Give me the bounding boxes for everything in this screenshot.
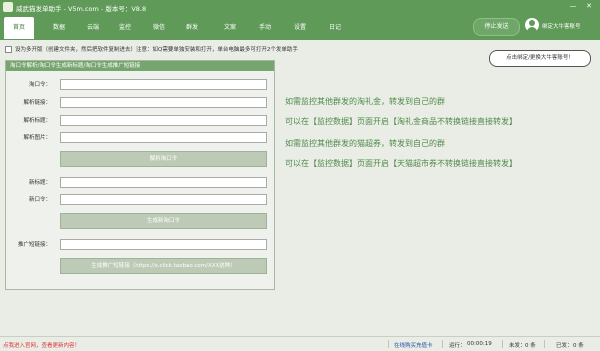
minimize-button[interactable]: — [567,1,579,12]
unsent-value: 0 条 [525,343,536,349]
generate-short-link-button[interactable]: 生成推广短链接（https://s.click.taobao.com/XXX这种… [60,258,267,274]
official-site-link[interactable]: 点我进入官网，查看更新内容！ [3,341,80,349]
bind-account-tooltip: 点击绑定/更换大牛客账号！ [489,50,591,67]
parse-title-input[interactable] [60,115,267,126]
generate-kouling-button[interactable]: 生成新淘口令 [60,213,267,229]
close-button[interactable]: ✕ [583,1,595,12]
taokouling-panel: 淘口令解析/淘口令生成新标题/淘口令生成推广短链接 淘口令： 解析链接： 解析标… [5,60,275,290]
title-bar: 威武猫发单助手 - V5m.com - 版本号：V8.8 — ✕ [0,0,600,14]
field-label-kouling: 淘口令： [28,82,51,88]
info-line-3: 如需监控其他群发的猫超券，转发到自己的群 [285,139,445,148]
new-kouling-input[interactable] [60,194,267,205]
bind-account-label[interactable]: 绑定大牛客账号 [542,22,581,30]
multi-open-checkbox[interactable] [5,46,12,53]
info-line-2: 可以在【监控数据】页面开启【淘礼金商品不转换链接直接转发】 [285,117,517,126]
tab-manual[interactable]: 手动 [250,17,280,39]
tab-broadcast[interactable]: 群发 [177,17,207,39]
multi-open-text: 设为多开版（创建文件夹，然后把软件复制进去）注意：如Q需要单独安装和打开，单台电… [15,47,298,53]
avatar-icon[interactable] [525,18,539,32]
buy-card-link[interactable]: 在线购买充值卡 [394,341,433,349]
panel-header: 淘口令解析/淘口令生成新标题/淘口令生成推广短链接 [6,61,274,71]
info-line-1: 如需监控其他群发的淘礼金，转发到自己的群 [285,97,445,106]
tab-settings[interactable]: 设置 [285,17,315,39]
app-logo-icon [3,2,13,12]
field-label-short-link: 推广短链接： [17,242,51,248]
sent-label: 已发： [556,343,573,349]
sent-value: 0 条 [573,343,584,349]
parse-link-input[interactable] [60,97,267,108]
short-link-input[interactable] [60,239,267,250]
tab-home[interactable]: 首页 [4,17,34,39]
tab-wechat[interactable]: 微信 [144,17,174,39]
field-label-new-kouling: 新口令： [28,197,51,203]
stop-send-button[interactable]: 停止发送 [473,18,520,36]
tab-data[interactable]: 数据 [44,17,74,39]
field-label-new-title: 新标题： [28,180,51,186]
unsent-label: 未发： [509,343,526,349]
field-label-parse-link: 解析链接： [23,100,51,106]
kouling-input[interactable] [60,79,267,90]
multi-open-option[interactable]: 设为多开版（创建文件夹，然后把软件复制进去）注意：如Q需要单独安装和打开，单台电… [5,45,298,53]
tab-cloud[interactable]: 云端 [78,17,108,39]
tab-copywriting[interactable]: 文案 [215,17,245,39]
field-label-parse-image: 解析图片： [23,135,51,141]
status-bar: 点我进入官网，查看更新内容！ 在线购买充值卡 运行： 00:00:19 未发： … [0,336,600,351]
tab-log[interactable]: 日记 [320,17,350,39]
run-label: 运行： [449,343,466,349]
window-title: 威武猫发单助手 - V5m.com - 版本号：V8.8 [16,5,147,13]
run-time-value: 00:00:19 [467,341,492,347]
field-label-parse-title: 解析标题： [23,118,51,124]
parse-kouling-button[interactable]: 解析淘口令 [60,151,267,167]
info-line-4: 可以在【监控数据】页面开启【天猫超市券不转换链接直接转发】 [285,159,517,168]
tab-monitor[interactable]: 监控 [110,17,140,39]
new-title-input[interactable] [60,177,267,188]
parse-image-input[interactable] [60,132,267,143]
